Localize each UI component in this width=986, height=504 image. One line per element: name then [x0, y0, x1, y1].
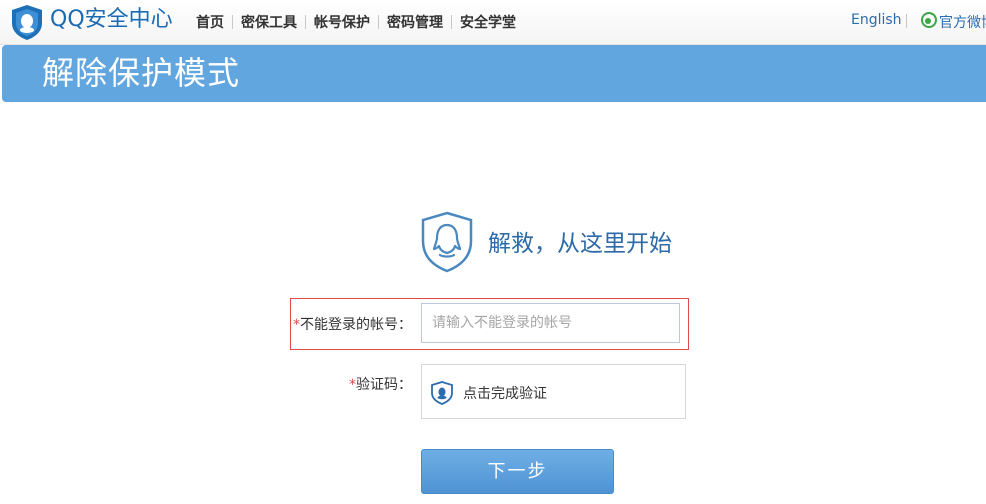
official-weibo-link[interactable]: 官方微博 [939, 12, 986, 32]
hero-slogan: 解救，从这里开始 [488, 231, 672, 257]
weibo-icon[interactable] [920, 11, 938, 29]
captcha-action-text: 点击完成验证 [463, 386, 547, 402]
captcha-label-text: 验证码： [356, 377, 412, 393]
captcha-label: *验证码： [349, 374, 412, 394]
nav-item-home[interactable]: 首页 [188, 12, 232, 32]
required-mark: * [293, 317, 300, 333]
account-input[interactable] [421, 303, 680, 343]
language-link-english[interactable]: English [851, 12, 902, 28]
page-title: 解除保护模式 [42, 54, 241, 92]
captcha-shield-icon [431, 381, 453, 405]
required-mark: * [349, 377, 356, 393]
nav-item-security-tools[interactable]: 密保工具 [233, 12, 305, 32]
header-divider [906, 14, 907, 28]
account-label-text: 不能登录的帐号： [300, 317, 412, 333]
main-nav: 首页 密保工具 帐号保护 密码管理 安全学堂 [188, 0, 524, 44]
nav-item-security-school[interactable]: 安全学堂 [452, 12, 524, 32]
next-step-button[interactable]: 下一步 [421, 449, 614, 494]
top-navigation-bar: QQ安全中心 首页 密保工具 帐号保护 密码管理 安全学堂 English 官方… [0, 0, 986, 45]
qq-shield-icon[interactable] [8, 3, 46, 41]
page-title-band: 解除保护模式 [2, 45, 986, 102]
qq-penguin-shield-icon [420, 211, 474, 273]
captcha-verify-button[interactable]: 点击完成验证 [421, 364, 686, 419]
nav-item-password-management[interactable]: 密码管理 [379, 12, 451, 32]
brand-title[interactable]: QQ安全中心 [50, 5, 173, 35]
nav-item-account-protection[interactable]: 帐号保护 [306, 12, 378, 32]
account-label: *不能登录的帐号： [293, 314, 412, 334]
